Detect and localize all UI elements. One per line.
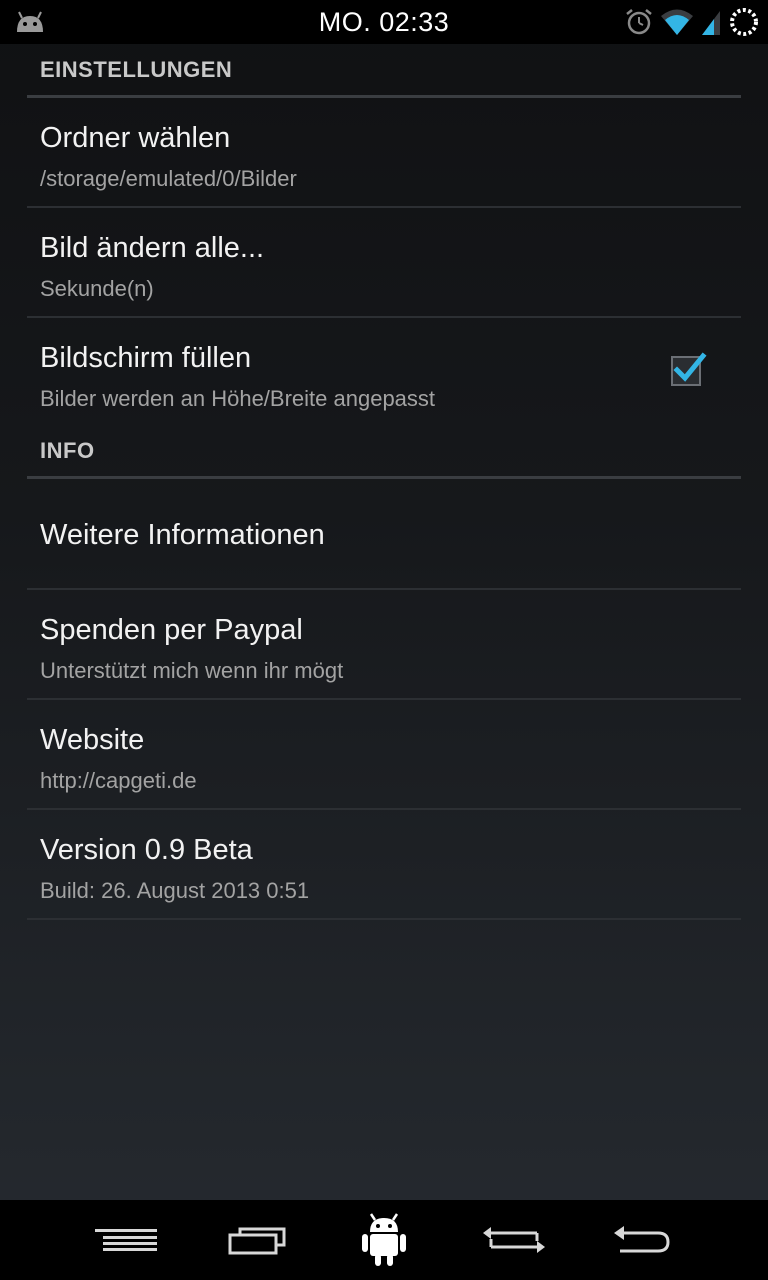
pref-title: Version 0.9 Beta	[40, 834, 253, 866]
menu-button[interactable]	[76, 1200, 176, 1280]
battery-charging-icon	[730, 8, 758, 36]
fill-screen-checkbox[interactable]	[671, 352, 707, 386]
rotate-icon	[483, 1227, 545, 1253]
rotate-button[interactable]	[464, 1200, 564, 1280]
pref-fill-screen[interactable]: Bildschirm füllen Bilder werden an Höhe/…	[27, 318, 741, 428]
settings-screen: MO. 02:33 EINSTELLUNGEN Ordner wählen /s…	[0, 0, 768, 1280]
section-header-label: EINSTELLUNGEN	[40, 57, 233, 82]
pref-donate-paypal[interactable]: Spenden per Paypal Unterstützt mich wenn…	[27, 590, 741, 700]
pref-summary: Build: 26. August 2013 0:51	[40, 878, 310, 903]
pref-summary: /storage/emulated/0/Bilder	[40, 166, 297, 191]
pref-title: Weitere Informationen	[40, 519, 325, 551]
section-header-settings: EINSTELLUNGEN	[27, 44, 741, 98]
android-home-icon	[362, 1213, 406, 1266]
wifi-icon	[661, 9, 693, 35]
back-button[interactable]	[592, 1200, 692, 1280]
status-icons	[624, 4, 760, 40]
home-button[interactable]	[334, 1200, 434, 1280]
section-header-label: INFO	[40, 438, 95, 463]
pref-summary: Bilder werden an Höhe/Breite angepasst	[40, 386, 436, 411]
pref-summary: Unterstützt mich wenn ihr mögt	[40, 658, 344, 683]
pref-title: Ordner wählen	[40, 122, 231, 154]
alarm-icon	[626, 9, 652, 35]
pref-summary: Sekunde(n)	[40, 276, 154, 301]
pref-title: Bild ändern alle...	[40, 232, 265, 264]
pref-title: Website	[40, 724, 145, 756]
navigation-bar	[0, 1200, 768, 1280]
menu-icon	[95, 1229, 157, 1251]
status-bar: MO. 02:33	[0, 0, 768, 44]
signal-icon	[702, 11, 720, 35]
pref-summary: http://capgeti.de	[40, 768, 197, 793]
section-header-info: INFO	[27, 428, 741, 479]
recent-apps-icon	[228, 1227, 286, 1255]
pref-more-info[interactable]: Weitere Informationen	[27, 479, 741, 590]
preferences-list: EINSTELLUNGEN Ordner wählen /storage/emu…	[0, 44, 768, 920]
pref-title: Spenden per Paypal	[40, 614, 303, 646]
recent-apps-button[interactable]	[207, 1200, 307, 1280]
pref-change-interval[interactable]: Bild ändern alle... Sekunde(n)	[27, 208, 741, 318]
checkmark-icon	[673, 352, 707, 382]
pref-choose-folder[interactable]: Ordner wählen /storage/emulated/0/Bilder	[27, 98, 741, 208]
pref-title: Bildschirm füllen	[40, 342, 252, 374]
back-icon	[614, 1226, 670, 1253]
pref-website[interactable]: Website http://capgeti.de	[27, 700, 741, 810]
pref-version[interactable]: Version 0.9 Beta Build: 26. August 2013 …	[27, 810, 741, 920]
